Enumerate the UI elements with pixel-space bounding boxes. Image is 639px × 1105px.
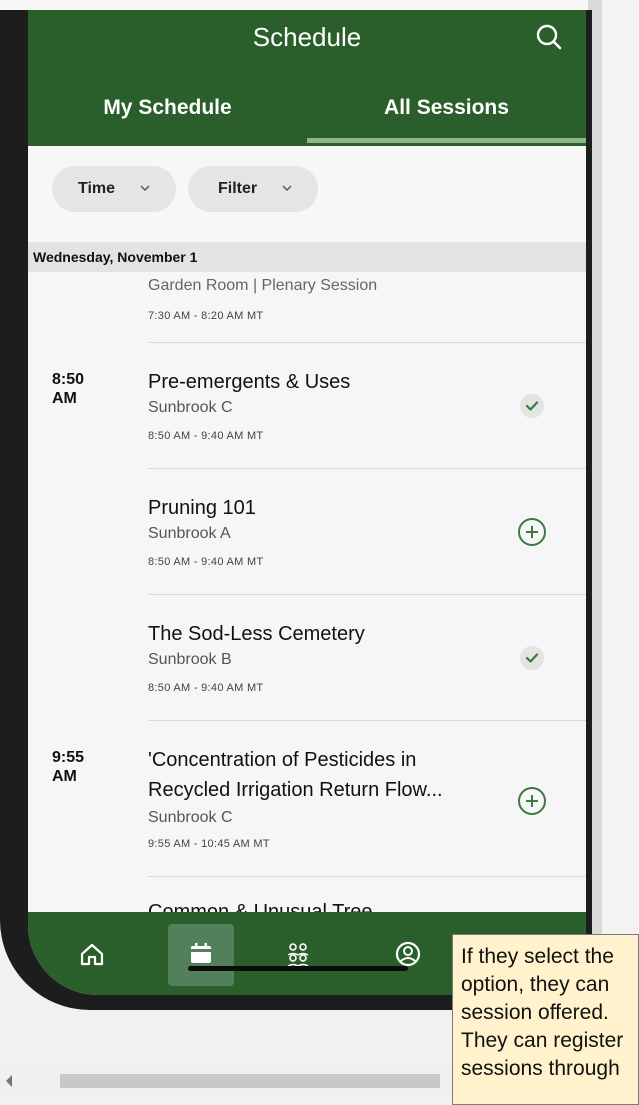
session-room: Garden Room | Plenary Session [148, 277, 378, 294]
session-row[interactable]: Pruning 101 Sunbrook A 8:50 AM - 9:40 AM… [28, 470, 586, 596]
session-start-time: 8:50 AM [52, 370, 112, 408]
search-button[interactable] [531, 20, 567, 56]
session-room: Sunbrook A [148, 525, 231, 542]
date-section-header: Wednesday, November 1 [28, 242, 586, 272]
profile-icon [395, 941, 421, 967]
chevron-down-icon [282, 185, 292, 192]
people-icon [287, 943, 309, 967]
callout-line: They can register [461, 1029, 624, 1052]
session-title: Pruning 101 [148, 497, 256, 519]
session-title-line2: Recycled Irrigation Return Flow... [148, 779, 443, 801]
home-indicator [188, 966, 408, 971]
add-session-button[interactable] [515, 784, 549, 818]
time-hour: 9:55 [52, 749, 85, 766]
home-icon [80, 943, 104, 966]
tab-my-schedule[interactable]: My Schedule [28, 88, 307, 146]
callout-line: session offered. [461, 1001, 609, 1024]
horizontal-scrollbar[interactable] [0, 1068, 470, 1094]
nav-home-button[interactable] [66, 928, 118, 980]
session-title: Pre-emergents & Uses [148, 371, 351, 393]
nav-attendees-button[interactable] [272, 928, 324, 980]
callout-line: If they select the [461, 945, 614, 968]
row-divider [148, 720, 586, 721]
row-divider [148, 594, 586, 595]
add-session-button[interactable] [515, 515, 549, 549]
session-time-range: 9:55 AM - 10:45 AM MT [148, 838, 270, 850]
session-title-line1: 'Concentration of Pesticides in [148, 749, 417, 771]
nav-profile-button[interactable] [382, 928, 434, 980]
phone-frame: Schedule My Schedule All Sessions Time F… [0, 10, 592, 1010]
time-hour: 8:50 [52, 371, 85, 388]
time-dropdown[interactable]: Time [52, 166, 176, 212]
app-screen: Schedule My Schedule All Sessions Time F… [28, 10, 586, 995]
callout-line: sessions through [461, 1057, 620, 1080]
session-list[interactable]: Garden Room | Plenary Session 7:30 AM - … [28, 272, 586, 912]
session-room: Sunbrook B [148, 651, 232, 668]
chip-label: Time [78, 180, 116, 197]
scrollbar-thumb[interactable] [60, 1074, 440, 1088]
plus-circle-icon [518, 518, 546, 546]
active-tab-indicator [307, 138, 586, 143]
session-time-range: 8:50 AM - 9:40 AM MT [148, 556, 264, 568]
session-row[interactable]: Garden Room | Plenary Session 7:30 AM - … [28, 272, 586, 344]
search-icon [536, 24, 562, 50]
tab-label: All Sessions [384, 96, 509, 119]
added-indicator[interactable] [515, 641, 549, 675]
window-top-strip [0, 0, 639, 10]
session-room: Sunbrook C [148, 399, 233, 416]
app-header: Schedule My Schedule All Sessions [28, 10, 586, 146]
filter-dropdown[interactable]: Filter [188, 166, 318, 212]
session-row[interactable]: 9:55 AM 'Concentration of Pesticides in … [28, 722, 586, 878]
session-title: Common & Unusual Tree [148, 901, 373, 912]
added-indicator[interactable] [515, 389, 549, 423]
plus-circle-icon [518, 787, 546, 815]
checkmark-icon [520, 394, 544, 418]
session-start-time: 9:55 AM [52, 748, 112, 786]
session-row[interactable]: The Sod-Less Cemetery Sunbrook B 8:50 AM… [28, 596, 586, 722]
nav-schedule-button[interactable] [168, 924, 234, 986]
session-row[interactable]: 8:50 AM Pre-emergents & Uses Sunbrook C … [28, 344, 586, 470]
calendar-icon [191, 943, 211, 963]
time-meridiem: AM [52, 768, 77, 785]
row-divider [148, 468, 586, 469]
row-divider [148, 342, 586, 343]
filter-bar: Time Filter [28, 146, 586, 242]
session-title: The Sod-Less Cemetery [148, 623, 365, 645]
chip-label: Filter [218, 180, 258, 197]
chevron-down-icon [140, 185, 150, 192]
time-meridiem: AM [52, 390, 77, 407]
callout-line: option, they can [461, 973, 610, 996]
checkmark-icon [520, 646, 544, 670]
row-divider [148, 876, 586, 877]
session-time-range: 8:50 AM - 9:40 AM MT [148, 682, 264, 694]
session-room: Sunbrook C [148, 809, 233, 826]
session-row[interactable]: Common & Unusual Tree [28, 878, 586, 912]
session-time-range: 7:30 AM - 8:20 AM MT [148, 310, 264, 322]
page-title: Schedule [252, 22, 362, 52]
annotation-callout: If they select the option, they can sess… [452, 934, 639, 1105]
tab-label: My Schedule [103, 96, 232, 119]
scroll-left-arrow-icon[interactable] [6, 1075, 12, 1087]
session-time-range: 8:50 AM - 9:40 AM MT [148, 430, 264, 442]
